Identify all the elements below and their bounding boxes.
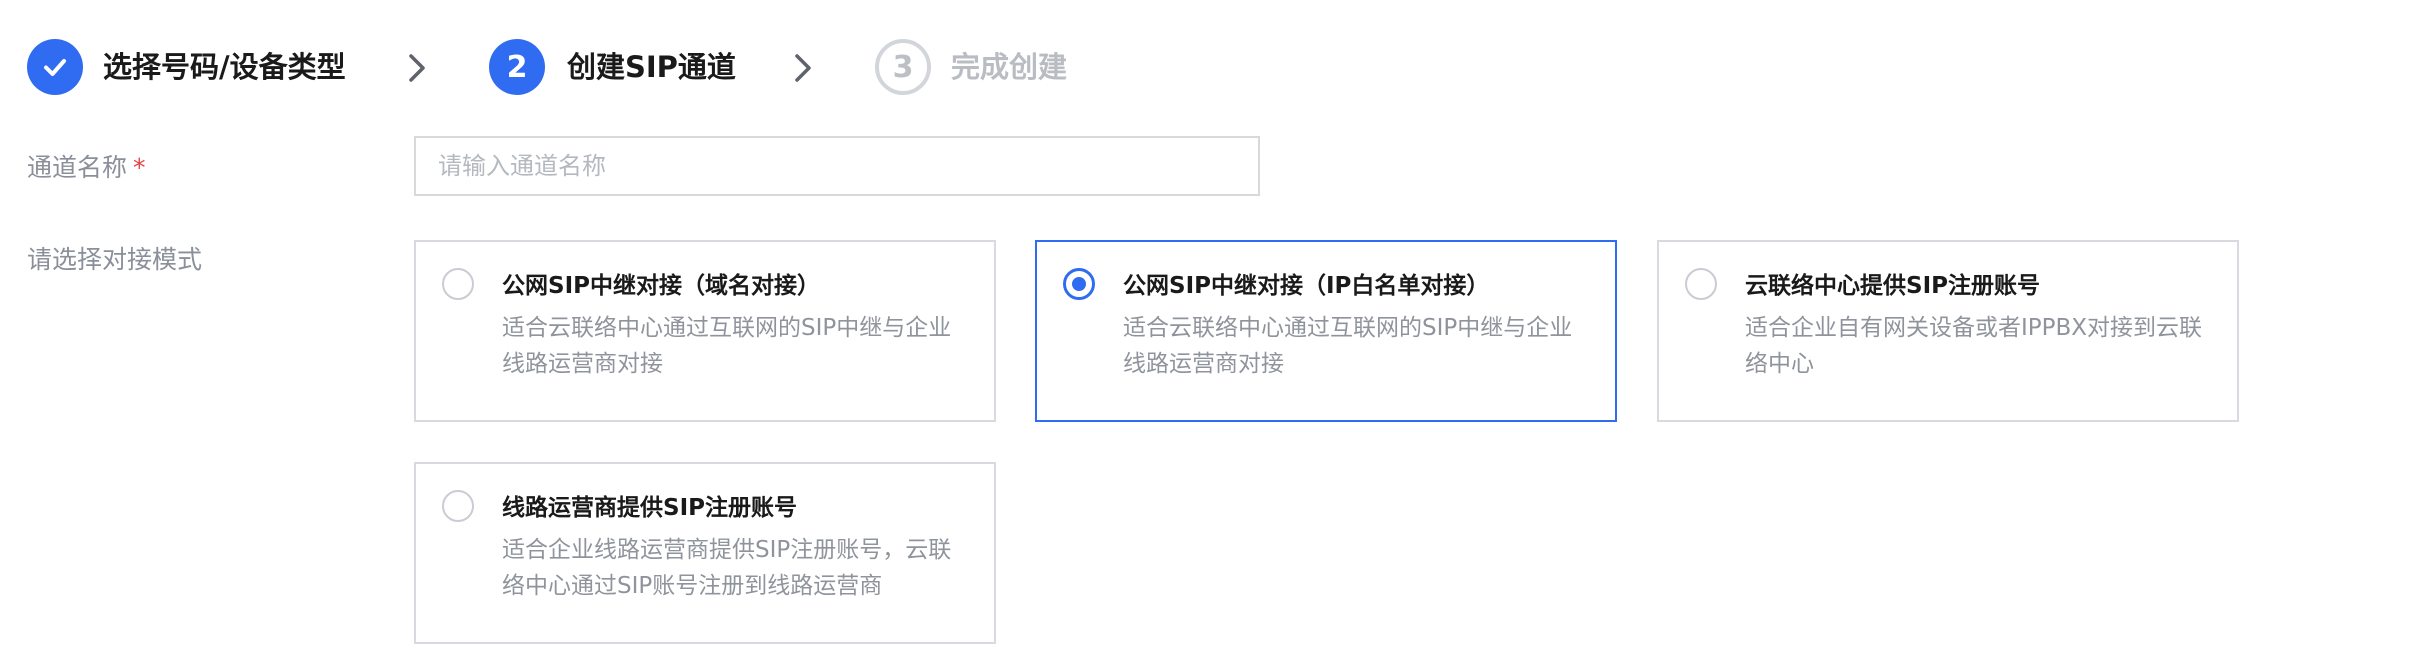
mode-option-ccc-register-account[interactable]: 云联络中心提供SIP注册账号 适合企业自有网关设备或者IPPBX对接到云联络中心: [1657, 240, 2239, 422]
option-description: 适合企业自有网关设备或者IPPBX对接到云联络中心: [1745, 315, 2203, 377]
mode-option-carrier-register-account[interactable]: 线路运营商提供SIP注册账号 适合企业线路运营商提供SIP注册账号，云联络中心通…: [414, 462, 996, 644]
required-mark: *: [133, 153, 146, 182]
channel-name-label: 通道名称 *: [27, 148, 146, 184]
radio-button[interactable]: [1685, 268, 1717, 300]
radio-button[interactable]: [442, 268, 474, 300]
step-1-complete-icon: [27, 39, 83, 95]
option-title: 云联络中心提供SIP注册账号: [1745, 273, 2040, 299]
mode-option-domain[interactable]: 公网SIP中继对接（域名对接） 适合云联络中心通过互联网的SIP中继与企业线路运…: [414, 240, 996, 422]
step-2-number: 2: [489, 39, 545, 95]
step-indicator: 选择号码/设备类型 2 创建SIP通道 3 完成创建: [0, 0, 2434, 135]
option-description: 适合云联络中心通过互联网的SIP中继与企业线路运营商对接: [502, 315, 952, 377]
option-title: 公网SIP中继对接（IP白名单对接）: [1123, 273, 1490, 299]
chevron-right-icon: [795, 54, 811, 82]
step-1-label: 选择号码/设备类型: [103, 50, 346, 84]
check-icon: [44, 59, 66, 76]
channel-name-input[interactable]: [414, 136, 1260, 196]
option-title: 公网SIP中继对接（域名对接）: [502, 273, 820, 299]
step-3-number: 3: [875, 39, 931, 95]
chevron-right-icon: [409, 54, 425, 82]
radio-button[interactable]: [442, 490, 474, 522]
step-3-label: 完成创建: [951, 50, 1068, 84]
radio-button-selected[interactable]: [1063, 268, 1095, 300]
channel-name-label-text: 通道名称: [27, 153, 128, 182]
option-description: 适合云联络中心通过互联网的SIP中继与企业线路运营商对接: [1123, 315, 1573, 377]
mode-option-ip-whitelist[interactable]: 公网SIP中继对接（IP白名单对接） 适合云联络中心通过互联网的SIP中继与企业…: [1035, 240, 1617, 422]
option-title: 线路运营商提供SIP注册账号: [502, 495, 797, 521]
mode-label: 请选择对接模式: [27, 245, 203, 274]
step-2-label: 创建SIP通道: [567, 50, 736, 84]
option-description: 适合企业线路运营商提供SIP注册账号，云联络中心通过SIP账号注册到线路运营商: [502, 537, 952, 599]
